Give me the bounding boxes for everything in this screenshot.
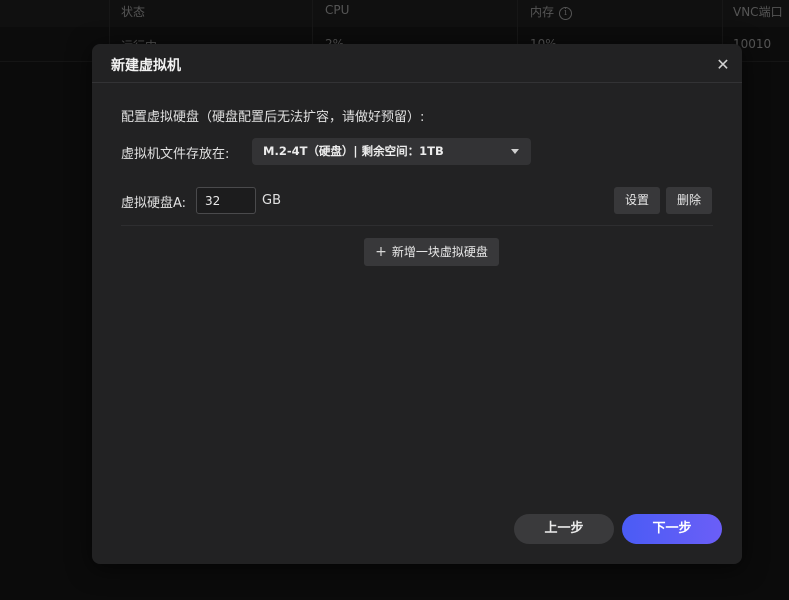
dialog-title: 新建虚拟机 <box>111 58 181 74</box>
section-title: 配置虚拟硬盘（硬盘配置后无法扩容，请做好预留）: <box>121 110 425 125</box>
plus-icon: + <box>375 244 387 260</box>
disk-settings-button[interactable]: 设置 <box>614 187 660 214</box>
add-disk-label: 新增一块虚拟硬盘 <box>391 245 488 259</box>
storage-location-label: 虚拟机文件存放在: <box>121 147 230 162</box>
close-button[interactable]: ✕ <box>712 54 734 76</box>
new-vm-dialog: 新建虚拟机 ✕ 配置虚拟硬盘（硬盘配置后无法扩容，请做好预留）: 虚拟机文件存放… <box>92 44 742 564</box>
disk-a-size-input[interactable] <box>196 187 256 214</box>
close-icon: ✕ <box>716 55 730 74</box>
disk-divider <box>121 225 713 226</box>
chevron-down-icon <box>511 149 519 154</box>
title-divider <box>92 82 742 83</box>
add-disk-button[interactable]: + 新增一块虚拟硬盘 <box>364 238 499 266</box>
disk-a-unit: GB <box>262 193 281 208</box>
next-step-button[interactable]: 下一步 <box>622 514 722 544</box>
storage-location-value: M.2-4T（硬盘）| 剩余空间：1TB <box>263 144 444 158</box>
disk-a-label: 虚拟硬盘A: <box>121 196 187 211</box>
previous-step-button[interactable]: 上一步 <box>514 514 614 544</box>
storage-location-select[interactable]: M.2-4T（硬盘）| 剩余空间：1TB <box>252 138 531 165</box>
disk-delete-button[interactable]: 删除 <box>666 187 712 214</box>
